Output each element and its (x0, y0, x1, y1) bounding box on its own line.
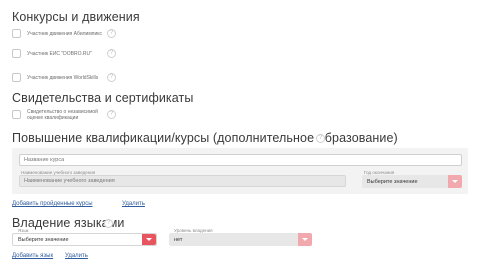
course-name-input[interactable]: Название курса (19, 154, 462, 166)
help-icon[interactable]: ? (316, 134, 325, 143)
chevron-down-icon (452, 180, 458, 183)
remove-language-link[interactable]: Удалить (65, 253, 88, 259)
chevron-down-icon (302, 238, 308, 241)
help-icon[interactable]: ? (104, 219, 113, 228)
chevron-down-icon (146, 238, 152, 241)
level-select-value: нет (174, 236, 183, 243)
contest-dobro-label: Участник ЕИС "DOBRO.RU" (27, 50, 92, 57)
help-icon[interactable]: ? (107, 29, 116, 38)
language-select-value: Выберите значение (18, 236, 69, 243)
certificates-title: Свидетельства и сертификаты (12, 91, 194, 105)
contest-worldskills-row: Участник движения WorldSkills (12, 73, 98, 82)
contest-worldskills-label: Участник движения WorldSkills (27, 74, 99, 81)
level-select-dropdown-button[interactable] (298, 233, 312, 246)
add-language-link[interactable]: Добавить язык (12, 253, 53, 259)
certificate-checkbox[interactable] (12, 110, 21, 119)
course-panel: Название курса Наименование учебного зав… (12, 148, 468, 194)
help-icon[interactable]: ? (107, 73, 116, 82)
certificate-label: Свидетельство о независимой оценке квали… (27, 109, 98, 121)
remove-course-link[interactable]: Удалить (122, 201, 145, 207)
contest-worldskills-checkbox[interactable] (12, 73, 21, 82)
institution-input[interactable]: Наименование учебного заведения (19, 175, 346, 187)
contest-abilympics-label: Участник движения Абилимпикс (27, 30, 103, 37)
contest-dobro-checkbox[interactable] (12, 49, 21, 58)
year-select-dropdown-button[interactable] (448, 175, 462, 188)
contest-abilympics-row: Участник движения Абилимпикс (12, 29, 102, 38)
help-icon[interactable]: ? (107, 49, 116, 58)
contests-title: Конкурсы и движения (12, 10, 140, 24)
add-course-link[interactable]: Добавить пройденные курсы (12, 201, 93, 207)
year-select-value: Выберите значение (367, 178, 418, 185)
help-icon[interactable]: ? (107, 110, 116, 119)
level-select[interactable]: нет (169, 233, 312, 246)
year-select[interactable]: Выберите значение (362, 175, 462, 188)
certificate-row: Свидетельство о независимой оценке квали… (12, 109, 98, 121)
certificate-label-line2: оценке квалификации (27, 115, 79, 121)
contest-abilympics-checkbox[interactable] (12, 29, 21, 38)
contest-dobro-row: Участник ЕИС "DOBRO.RU" (12, 49, 92, 58)
language-select[interactable]: Выберите значение (12, 233, 157, 246)
training-title: Повышение квалификации/курсы (дополнител… (12, 131, 398, 145)
language-select-dropdown-button[interactable] (142, 234, 156, 245)
